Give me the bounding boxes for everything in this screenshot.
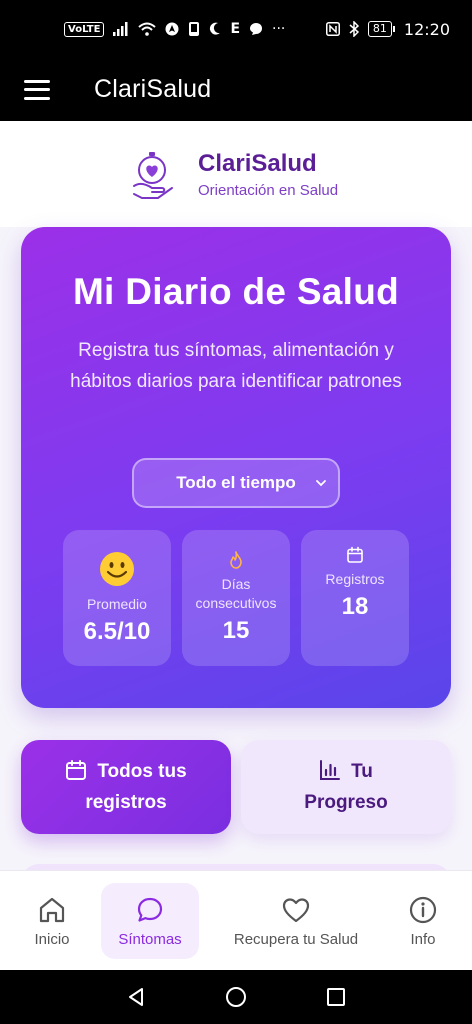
stat-average-label: Promedio — [87, 595, 147, 612]
health-diary-card: Mi Diario de Salud Registra tus síntomas… — [21, 227, 451, 708]
all-records-content: Todos tus registros — [51, 756, 201, 818]
stats-row: Promedio 6.5/10 Días consecutivos 15 Reg… — [63, 530, 409, 666]
info-icon — [409, 896, 437, 923]
nav-label-inicio: Inicio — [34, 930, 70, 948]
all-records-button[interactable]: Todos tus registros — [21, 740, 231, 834]
nav-label-recupera: Recupera tu Salud — [233, 930, 359, 948]
hero-subtitle: Registra tus síntomas, alimentación y há… — [70, 340, 402, 392]
status-bar: VoLTE E ··· 81 12:20 — [0, 0, 472, 58]
period-select-value: Todo el tiempo — [176, 473, 296, 492]
stat-average-value: 6.5/10 — [83, 617, 151, 645]
progress-button[interactable]: Tu Progreso — [241, 740, 451, 834]
smile-emoji-icon — [100, 551, 134, 586]
stat-records-label: Registros — [325, 571, 385, 587]
app-screen: VoLTE E ··· 81 12:20 ClariSalud ClariSal… — [0, 0, 472, 1024]
chat-bubble-icon — [250, 23, 263, 35]
nav-item-info[interactable]: Info — [396, 883, 450, 959]
stat-streak-value: 15 — [222, 617, 250, 644]
network-e-indicator: E — [230, 21, 241, 37]
recents-square-icon[interactable] — [325, 986, 347, 1008]
wifi-icon — [138, 22, 157, 36]
volte-badge: VoLTE — [64, 21, 105, 37]
hamburger-menu-icon[interactable] — [24, 79, 50, 100]
app-bar: ClariSalud — [0, 58, 472, 121]
stat-streak: Días consecutivos 15 — [182, 530, 290, 666]
all-records-label: Todos tus registros — [85, 761, 187, 813]
status-left: VoLTE E ··· — [64, 21, 285, 37]
progress-label: Tu Progreso — [304, 761, 388, 813]
chat-icon — [137, 897, 163, 922]
chevron-down-icon — [316, 480, 326, 487]
nav-arrow-icon — [165, 22, 179, 36]
bar-chart-icon — [320, 760, 341, 780]
nav-item-inicio[interactable]: Inicio — [18, 883, 86, 959]
signal-icon — [113, 22, 128, 36]
moon-icon — [210, 22, 221, 35]
stat-streak-label: Días consecutivos — [195, 576, 277, 611]
heart-hand-logo-icon — [133, 152, 173, 199]
period-select[interactable]: Todo el tiempo — [132, 458, 340, 508]
system-nav-bar — [0, 970, 472, 1024]
menu-line — [24, 96, 50, 100]
brand-name: ClariSalud — [198, 149, 317, 177]
clock: 12:20 — [403, 19, 450, 39]
home-circle-icon[interactable] — [225, 986, 247, 1008]
brand-header: ClariSalud Orientación en Salud — [0, 121, 472, 227]
brand-subtitle: Orientación en Salud — [198, 181, 339, 199]
status-right: 81 12:20 — [325, 19, 450, 39]
bluetooth-icon — [349, 21, 359, 37]
calendar-icon — [347, 546, 363, 563]
stat-records: Registros 18 — [301, 530, 409, 666]
nav-label-sintomas: Síntomas — [118, 930, 182, 948]
stat-records-value: 18 — [341, 593, 369, 620]
hero-title: Mi Diario de Salud — [72, 271, 400, 312]
app-bar-title: ClariSalud — [94, 75, 212, 103]
more-notifications-icon: ··· — [272, 21, 286, 37]
phone-icon — [189, 22, 200, 36]
battery-level: 81 — [367, 21, 392, 37]
stat-average: Promedio 6.5/10 — [63, 530, 171, 666]
flame-icon — [230, 551, 242, 569]
nav-item-recupera[interactable]: Recupera tu Salud — [226, 883, 366, 959]
battery-nub — [392, 26, 395, 32]
nav-item-sintomas[interactable]: Síntomas — [101, 883, 199, 959]
menu-line — [24, 88, 50, 91]
nfc-icon — [325, 22, 340, 36]
back-icon[interactable] — [125, 986, 147, 1008]
bottom-navigation: Inicio Síntomas Recupera tu Salud Info — [0, 870, 472, 970]
calendar-icon — [66, 760, 87, 780]
heart-icon — [282, 897, 310, 922]
progress-content: Tu Progreso — [291, 756, 401, 818]
brand-text: ClariSalud Orientación en Salud — [198, 150, 338, 199]
battery-indicator: 81 — [367, 21, 395, 37]
home-icon — [39, 897, 65, 922]
nav-label-info: Info — [410, 930, 436, 948]
menu-line — [24, 79, 50, 83]
